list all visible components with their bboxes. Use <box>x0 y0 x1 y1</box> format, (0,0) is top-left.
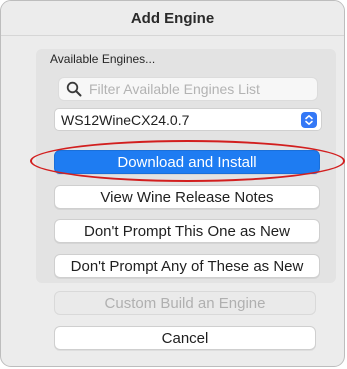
filter-search-field[interactable] <box>58 77 318 101</box>
engine-select-value: WS12WineCX24.0.7 <box>61 111 190 128</box>
window-title: Add Engine <box>1 1 344 36</box>
custom-build-engine-button: Custom Build an Engine <box>54 291 316 315</box>
dont-prompt-this-one-button[interactable]: Don't Prompt This One as New <box>54 219 320 243</box>
download-install-button[interactable]: Download and Install <box>54 150 320 174</box>
dont-prompt-any-button[interactable]: Don't Prompt Any of These as New <box>54 254 320 278</box>
search-icon <box>66 81 82 97</box>
engine-select[interactable]: WS12WineCX24.0.7 <box>54 108 322 131</box>
view-release-notes-button[interactable]: View Wine Release Notes <box>54 185 320 209</box>
available-engines-label: Available Engines... <box>50 52 156 66</box>
filter-search-input[interactable] <box>89 81 309 97</box>
cancel-button[interactable]: Cancel <box>54 326 316 350</box>
chevron-up-down-icon[interactable] <box>301 111 317 128</box>
